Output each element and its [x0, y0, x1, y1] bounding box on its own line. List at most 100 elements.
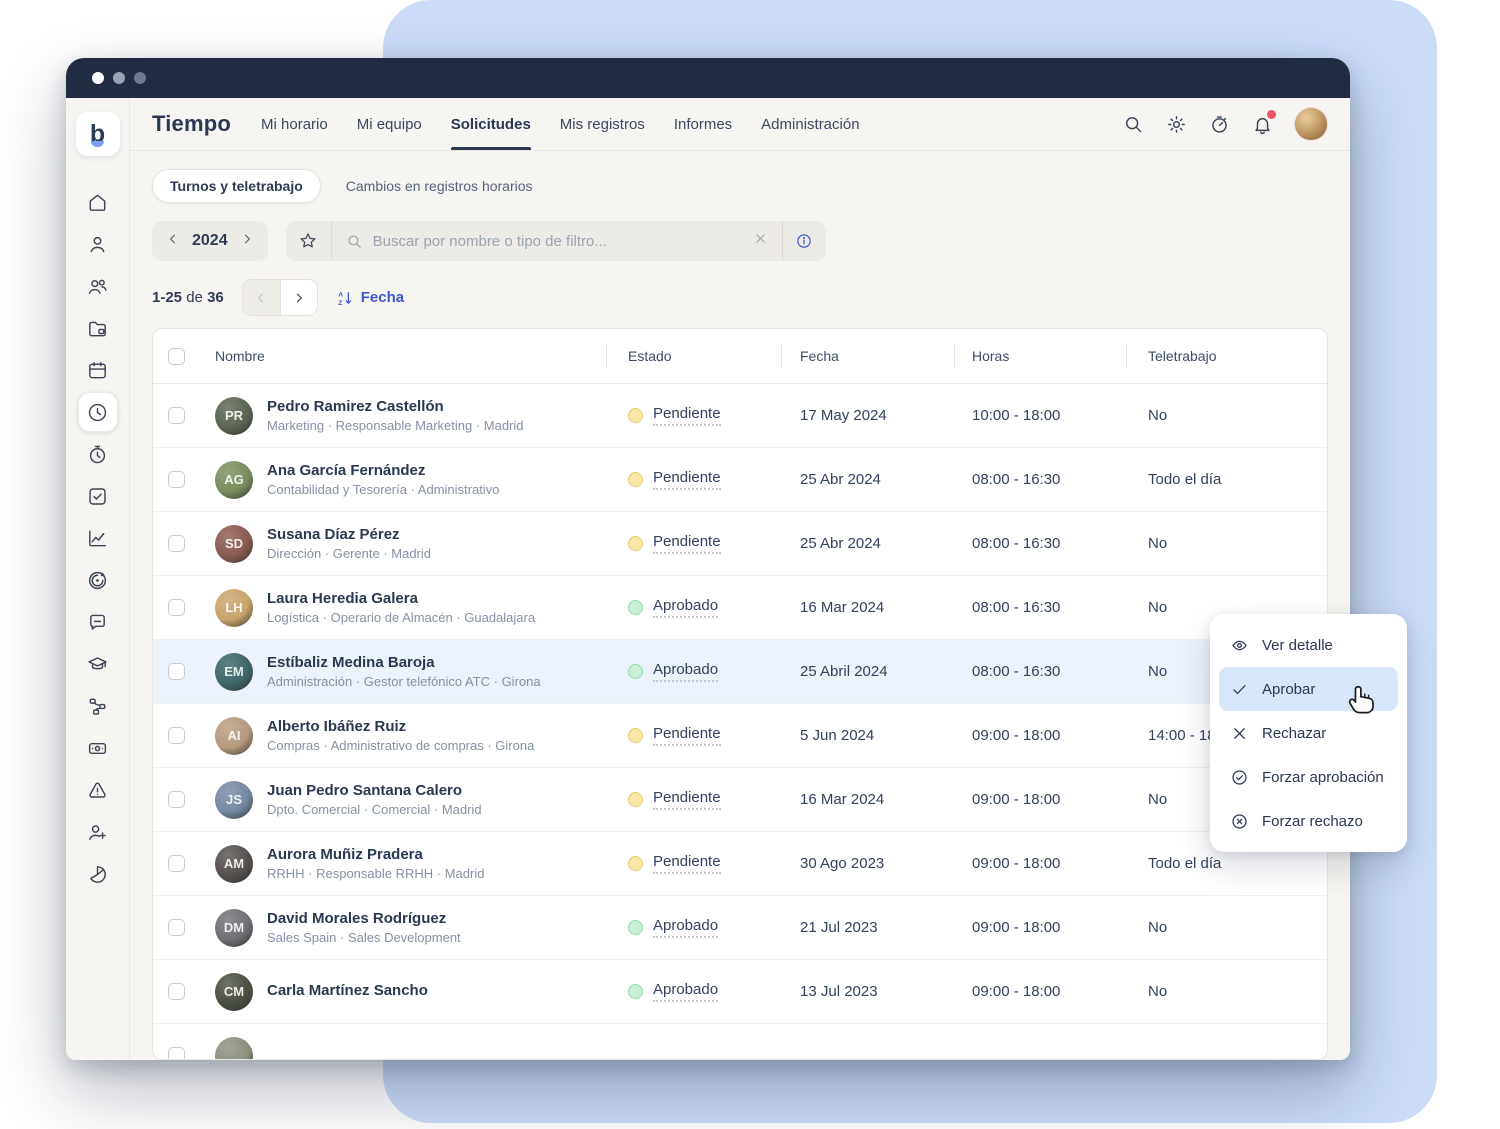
sidebar-item-user-plus-icon[interactable] [78, 812, 118, 852]
year-next-button[interactable] [240, 232, 254, 251]
status-label[interactable]: Pendiente [653, 469, 721, 490]
stage: b Tiempo Mi horarioMi equipoSolicitudesM… [0, 0, 1500, 1129]
row-checkbox[interactable] [168, 535, 185, 552]
select-all-checkbox[interactable] [168, 348, 185, 365]
traffic-light-minimize[interactable] [113, 72, 125, 84]
clear-search-icon[interactable] [753, 231, 768, 251]
status-label[interactable]: Pendiente [653, 405, 721, 426]
status-label[interactable]: Pendiente [653, 789, 721, 810]
sidebar-item-folder-icon[interactable] [78, 308, 118, 348]
tab-solicitudes[interactable]: Solicitudes [451, 98, 531, 150]
prev-page-button[interactable] [243, 280, 280, 315]
table-row[interactable] [153, 1024, 1327, 1060]
table-row[interactable]: CMCarla Martínez SanchoAprobado13 Jul 20… [153, 960, 1327, 1024]
column-header-horas[interactable]: Horas [954, 348, 1126, 364]
avatar: EM [215, 653, 253, 691]
row-checkbox[interactable] [168, 919, 185, 936]
traffic-light-zoom[interactable] [134, 72, 146, 84]
table-row[interactable]: AGAna García FernándezContabilidad y Tes… [153, 448, 1327, 512]
timer-icon[interactable] [1208, 113, 1230, 135]
telework-value: No [1148, 663, 1167, 680]
sidebar-item-stopwatch-icon[interactable] [78, 434, 118, 474]
table-row[interactable]: EMEstíbaliz Medina BarojaAdministración … [153, 640, 1327, 704]
request-hours: 09:00 - 18:00 [972, 727, 1060, 744]
sidebar-item-clock-icon[interactable] [78, 392, 118, 432]
table-row[interactable]: JSJuan Pedro Santana CaleroDpto. Comerci… [153, 768, 1327, 832]
tab-mi-equipo[interactable]: Mi equipo [357, 98, 422, 150]
menu-item-forzar-rechazo[interactable]: Forzar rechazo [1219, 799, 1398, 843]
row-checkbox[interactable] [168, 983, 185, 1000]
menu-item-rechazar[interactable]: Rechazar [1219, 711, 1398, 755]
year-prev-button[interactable] [166, 232, 180, 251]
sort-control[interactable]: A Z Fecha [336, 289, 404, 307]
sidebar-item-warning-icon[interactable] [78, 770, 118, 810]
column-header-estado[interactable]: Estado [606, 348, 781, 364]
sidebar-item-chart-icon[interactable] [78, 518, 118, 558]
sidebar-item-user-icon[interactable] [78, 224, 118, 264]
user-avatar[interactable] [1294, 107, 1328, 141]
next-page-button[interactable] [280, 280, 317, 315]
table-row[interactable]: AIAlberto Ibáñez RuizCompras · Administr… [153, 704, 1327, 768]
request-hours: 08:00 - 16:30 [972, 535, 1060, 552]
menu-item-label: Ver detalle [1262, 637, 1333, 654]
column-header-fecha[interactable]: Fecha [781, 348, 954, 364]
subtab-turnos-y-teletrabajo[interactable]: Turnos y teletrabajo [152, 169, 321, 203]
tab-mi-horario[interactable]: Mi horario [261, 98, 328, 150]
sidebar-item-target-icon[interactable] [78, 560, 118, 600]
sidebar-item-home-icon[interactable] [78, 182, 118, 222]
employee-name: Estíbaliz Medina Baroja [267, 654, 541, 673]
row-checkbox[interactable] [168, 855, 185, 872]
sidebar-item-money-icon[interactable] [78, 728, 118, 768]
status-dot [628, 536, 643, 551]
row-checkbox[interactable] [168, 1047, 185, 1060]
subtab-cambios-en-registros-horarios[interactable]: Cambios en registros horarios [329, 170, 550, 202]
status-label[interactable]: Pendiente [653, 853, 721, 874]
menu-item-ver-detalle[interactable]: Ver detalle [1219, 623, 1398, 667]
row-checkbox[interactable] [168, 663, 185, 680]
traffic-light-close[interactable] [92, 72, 104, 84]
employee-name: Juan Pedro Santana Calero [267, 782, 482, 801]
bell-icon[interactable] [1251, 113, 1273, 135]
main-content: Tiempo Mi horarioMi equipoSolicitudesMis… [130, 98, 1350, 1060]
sidebar-item-flow-icon[interactable] [78, 686, 118, 726]
sidebar-item-users-icon[interactable] [78, 266, 118, 306]
search-icon[interactable] [1122, 113, 1144, 135]
employee-name: Carla Martínez Sancho [267, 982, 428, 1001]
table-row[interactable]: LHLaura Heredia GaleraLogística · Operar… [153, 576, 1327, 640]
tab-administración[interactable]: Administración [761, 98, 859, 150]
row-checkbox[interactable] [168, 791, 185, 808]
sidebar-item-check-square-icon[interactable] [78, 476, 118, 516]
column-header-teletrabajo[interactable]: Teletrabajo [1126, 348, 1327, 364]
telework-value: Todo el día [1148, 471, 1221, 488]
status-label[interactable]: Pendiente [653, 533, 721, 554]
table-row[interactable]: PRPedro Ramirez CastellónMarketing · Res… [153, 384, 1327, 448]
sidebar-item-calendar-icon[interactable] [78, 350, 118, 390]
row-checkbox[interactable] [168, 599, 185, 616]
row-checkbox[interactable] [168, 471, 185, 488]
app-logo[interactable]: b [76, 112, 120, 156]
table-row[interactable]: AMAurora Muñiz PraderaRRHH · Responsable… [153, 832, 1327, 896]
favorite-filter-button[interactable] [286, 221, 332, 261]
sidebar-item-chat-icon[interactable] [78, 602, 118, 642]
table-row[interactable]: SDSusana Díaz PérezDirección · Gerente ·… [153, 512, 1327, 576]
status-label[interactable]: Aprobado [653, 597, 718, 618]
sidebar-item-graduation-icon[interactable] [78, 644, 118, 684]
row-checkbox[interactable] [168, 407, 185, 424]
row-checkbox[interactable] [168, 727, 185, 744]
search-input[interactable] [373, 233, 743, 250]
menu-item-forzar-aprobación[interactable]: Forzar aprobación [1219, 755, 1398, 799]
status-label[interactable]: Aprobado [653, 981, 718, 1002]
info-icon[interactable] [782, 221, 826, 261]
row-actions-menu: Ver detalleAprobarRechazarForzar aprobac… [1210, 614, 1407, 852]
status-dot [628, 920, 643, 935]
status-label[interactable]: Pendiente [653, 725, 721, 746]
gear-icon[interactable] [1165, 113, 1187, 135]
tab-mis-registros[interactable]: Mis registros [560, 98, 645, 150]
requests-table: Nombre Estado Fecha Horas Teletrabajo PR… [152, 328, 1328, 1060]
status-label[interactable]: Aprobado [653, 917, 718, 938]
column-header-nombre[interactable]: Nombre [199, 348, 606, 364]
sidebar-item-pie-icon[interactable] [78, 854, 118, 894]
status-label[interactable]: Aprobado [653, 661, 718, 682]
table-row[interactable]: DMDavid Morales RodríguezSales Spain · S… [153, 896, 1327, 960]
tab-informes[interactable]: Informes [674, 98, 732, 150]
